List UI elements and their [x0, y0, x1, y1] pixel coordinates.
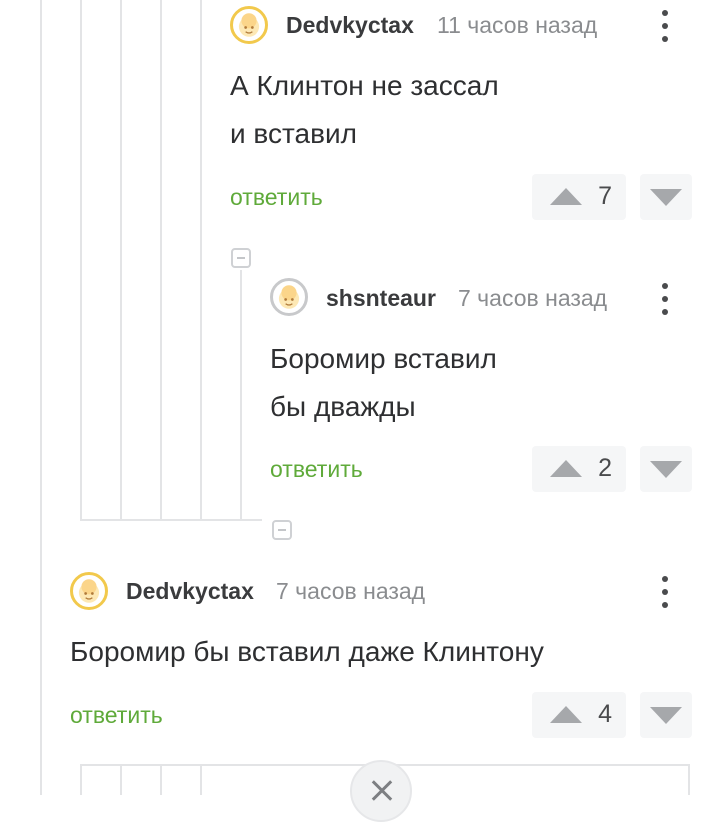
downvote-button[interactable]: [640, 446, 692, 492]
downvote-button[interactable]: [640, 174, 692, 220]
thread-line: [120, 0, 122, 521]
reply-button[interactable]: ответить: [270, 456, 363, 483]
comment-time[interactable]: 7 часов назад: [458, 285, 607, 312]
reply-button[interactable]: ответить: [70, 702, 163, 729]
rating-count: 7: [598, 182, 612, 210]
comment-username[interactable]: shsnteaur: [326, 285, 436, 312]
thread-line: [160, 0, 162, 521]
comment-username[interactable]: Dedvkyctax: [286, 12, 414, 39]
triangle-down-icon: [650, 707, 682, 724]
upvote-button[interactable]: 2: [532, 446, 626, 492]
rating-count: 2: [598, 454, 612, 482]
thread-line: [200, 765, 202, 795]
downvote-button[interactable]: [640, 692, 692, 738]
comment-text-line: А Клинтон не зассал: [230, 70, 499, 101]
thread-line: [200, 0, 202, 521]
triangle-down-icon: [650, 189, 682, 206]
comment-text-line: Боромир бы вставил даже Клинтону: [70, 636, 544, 667]
comment-time[interactable]: 11 часов назад: [437, 12, 597, 39]
comment-text-line: бы дважды: [270, 391, 416, 422]
comment-time[interactable]: 7 часов назад: [276, 578, 425, 605]
rating-count: 4: [598, 700, 612, 728]
triangle-up-icon: [550, 460, 582, 477]
comment-username[interactable]: Dedvkyctax: [126, 578, 254, 605]
thread-line: [80, 0, 82, 521]
triangle-down-icon: [650, 461, 682, 478]
close-icon[interactable]: [350, 760, 412, 822]
more-vertical-icon[interactable]: [655, 8, 675, 44]
thread-line: [80, 519, 262, 521]
more-vertical-icon[interactable]: [655, 574, 675, 610]
default-avatar-icon[interactable]: [230, 6, 268, 44]
collapse-minus-icon[interactable]: [231, 248, 251, 268]
thread-line: [80, 765, 82, 795]
thread-line: [688, 765, 690, 795]
comment-text-line: Боромир вставил: [270, 343, 497, 374]
thread-line: [160, 765, 162, 795]
triangle-up-icon: [550, 706, 582, 723]
thread-line: [240, 270, 242, 521]
thread-line: [120, 765, 122, 795]
more-vertical-icon[interactable]: [655, 281, 675, 317]
reply-button[interactable]: ответить: [230, 184, 323, 211]
comment-text-line: и вставил: [230, 118, 357, 149]
triangle-up-icon: [550, 188, 582, 205]
collapse-minus-icon[interactable]: [272, 520, 292, 540]
default-avatar-icon[interactable]: [270, 278, 308, 316]
thread-line: [40, 0, 42, 795]
default-avatar-icon[interactable]: [70, 572, 108, 610]
upvote-button[interactable]: 4: [532, 692, 626, 738]
upvote-button[interactable]: 7: [532, 174, 626, 220]
